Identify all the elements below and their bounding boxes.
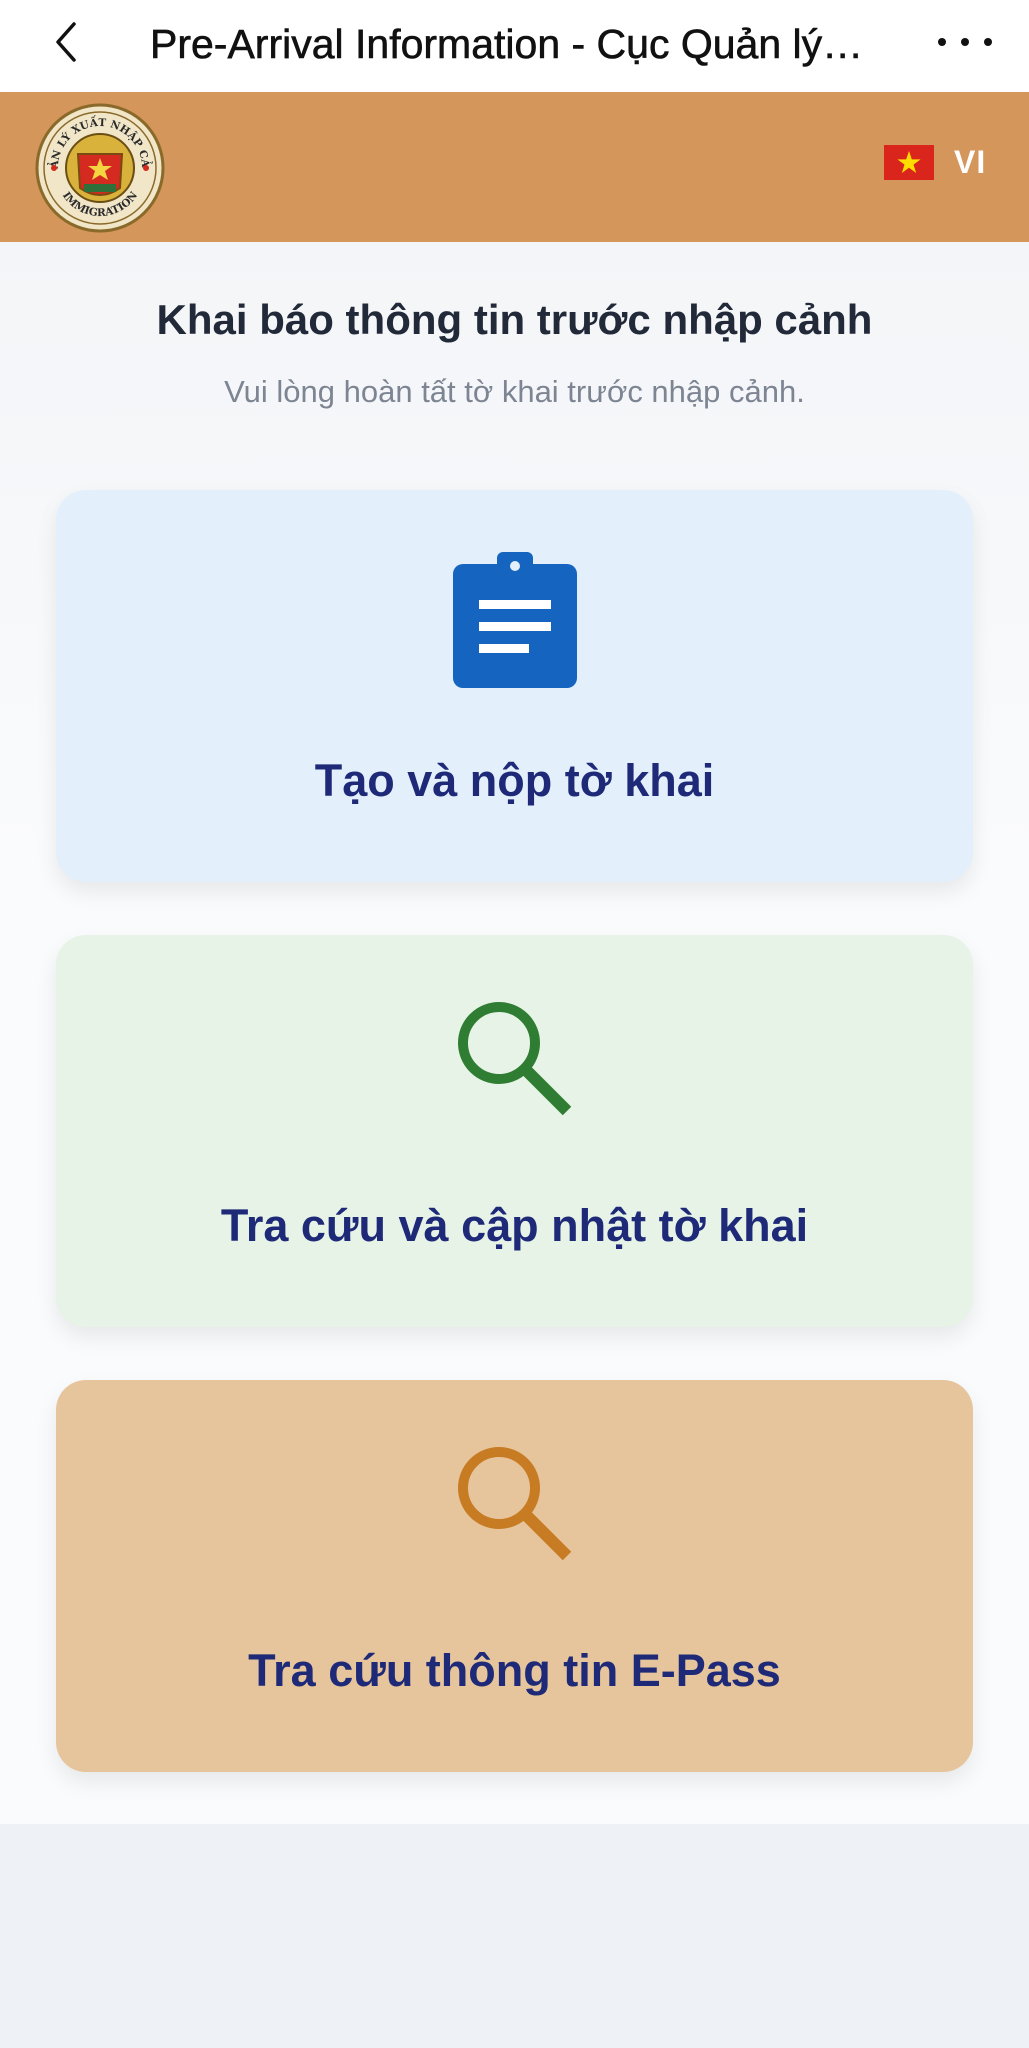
create-submit-declaration-card[interactable]: Tạo và nộp tờ khai	[56, 490, 973, 882]
page-subtitle: Vui lòng hoàn tất tờ khai trước nhập cản…	[224, 374, 805, 409]
lookup-epass-card[interactable]: Tra cứu thông tin E-Pass	[56, 1380, 973, 1772]
page: Pre-Arrival Information - Cục Quản lý Xu…	[0, 0, 1029, 2048]
search-icon	[453, 997, 577, 1126]
clipboard-icon	[452, 552, 577, 693]
main-content: Khai báo thông tin trước nhập cảnh Vui l…	[0, 242, 1029, 1824]
language-switcher[interactable]: VI	[884, 142, 986, 182]
top-nav-bar: Pre-Arrival Information - Cục Quản lý Xu…	[0, 0, 1029, 92]
footer-area	[0, 1824, 1029, 2048]
page-title: Khai báo thông tin trước nhập cảnh	[156, 296, 873, 343]
immigration-logo[interactable]: QUẢN LÝ XUẤT NHẬP CẢNH IMMIGRATION	[29, 93, 166, 234]
language-code: VI	[954, 143, 987, 180]
vietnam-flag-icon	[884, 144, 934, 180]
more-dot-icon	[984, 38, 992, 46]
lookup-update-declaration-card[interactable]: Tra cứu và cập nhật tờ khai	[56, 935, 973, 1327]
card-label: Tra cứu thông tin E-Pass	[248, 1645, 781, 1696]
more-dot-icon	[961, 38, 969, 46]
app-header: QUẢN LÝ XUẤT NHẬP CẢNH IMMIGRATION VI	[0, 92, 1029, 242]
card-label: Tra cứu và cập nhật tờ khai	[220, 1200, 809, 1251]
more-options-button[interactable]	[938, 22, 992, 62]
nav-title: Pre-Arrival Information - Cục Quản lý Xu…	[150, 21, 870, 68]
chevron-left-icon	[56, 22, 76, 62]
back-button[interactable]	[46, 18, 86, 66]
more-dot-icon	[938, 38, 946, 46]
search-icon	[453, 1442, 577, 1571]
card-label: Tạo và nộp tờ khai	[314, 755, 715, 806]
